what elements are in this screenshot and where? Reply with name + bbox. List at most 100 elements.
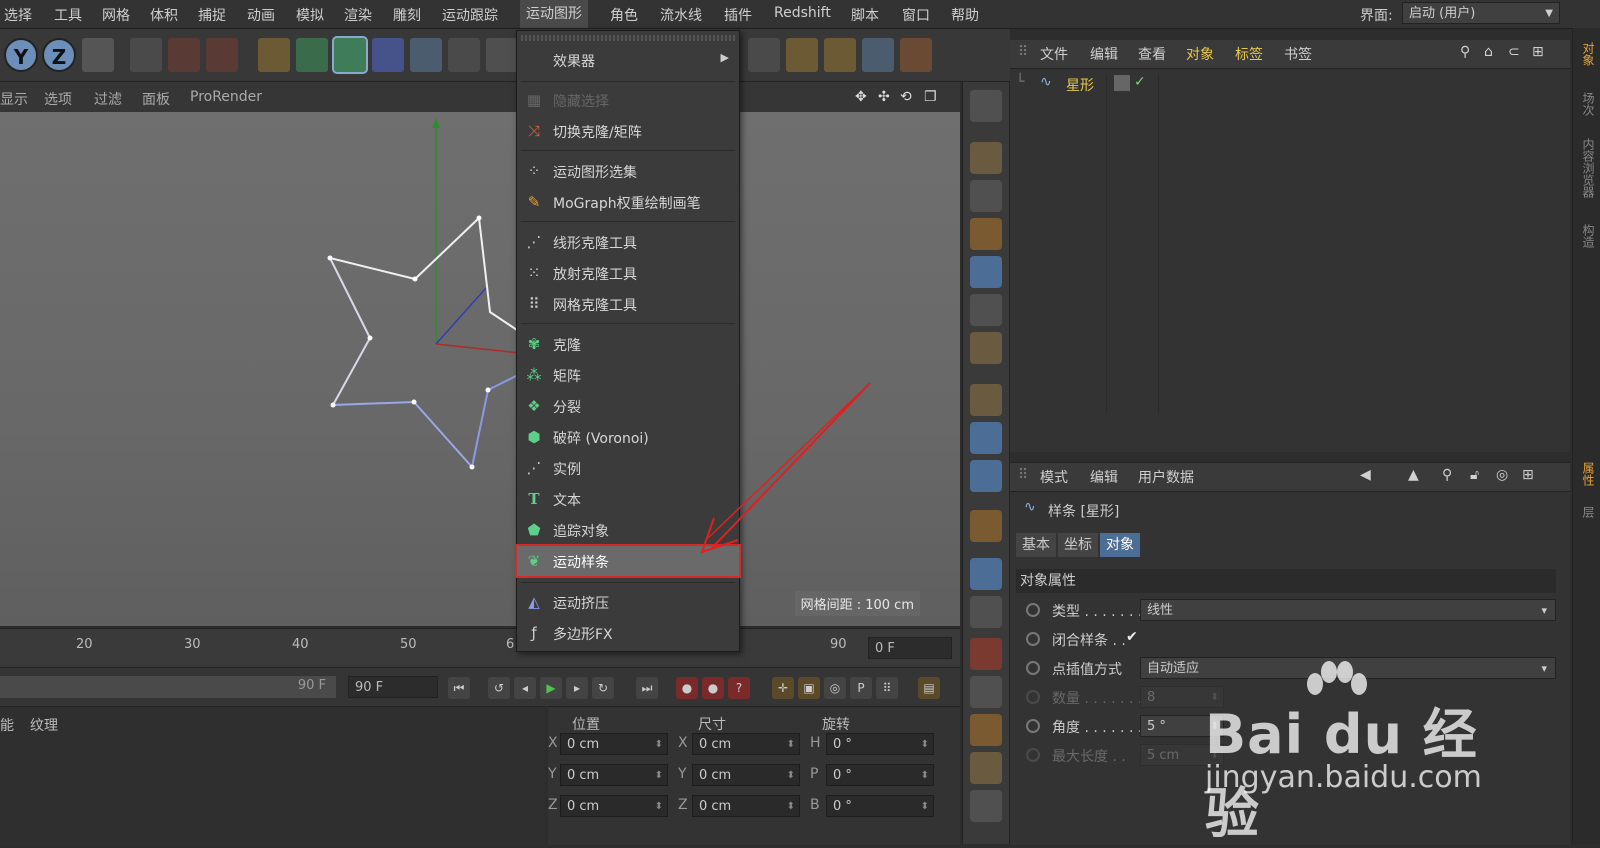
drag-grip-icon[interactable]: ⠿ (1018, 44, 1028, 60)
menu-item-voronoi-fracture[interactable]: ⬢ 破碎 (Voronoi) (517, 422, 739, 452)
menu-item-moextrude[interactable]: ◭ 运动挤压 (517, 587, 739, 617)
camera-icon[interactable] (448, 38, 480, 72)
deformer-icon[interactable] (372, 38, 404, 72)
rotate-icon[interactable] (748, 38, 780, 72)
right-tab-layers[interactable]: 层 (1577, 506, 1597, 518)
grid-snap-icon[interactable] (970, 558, 1002, 590)
menu-tearoff-grip[interactable] (521, 35, 735, 41)
search-icon[interactable]: ⚲ (1442, 467, 1452, 483)
viewport-menu-filter[interactable]: 过滤 (94, 89, 122, 109)
transform-icon[interactable] (900, 38, 932, 72)
pen-tool-icon[interactable] (258, 38, 290, 72)
menu-item-instance[interactable]: ⋰ 实例 (517, 453, 739, 483)
menu-item-linear-clone-tool[interactable]: ⋰ 线形克隆工具 (517, 227, 739, 257)
previous-key-icon[interactable]: ↺ (488, 677, 510, 699)
close-spline-checkbox[interactable]: ✔ (1126, 629, 1138, 645)
spline-point[interactable] (469, 464, 475, 470)
size-x-field[interactable]: 0 cm (692, 733, 800, 756)
type-select[interactable]: 线性 (1140, 599, 1556, 622)
enabled-check-icon[interactable]: ✓ (1134, 74, 1146, 90)
spline-point[interactable] (485, 387, 491, 393)
viewport-maximize-icon[interactable]: ❐ (924, 89, 937, 105)
right-tab-objects[interactable]: 对象 (1577, 42, 1597, 66)
menu-motion-tracking[interactable]: 运动跟踪 (442, 5, 498, 25)
animate-radio[interactable] (1026, 661, 1040, 675)
workplane-lock-icon[interactable] (970, 596, 1002, 628)
attr-menu-edit[interactable]: 编辑 (1090, 467, 1118, 487)
key-position-icon[interactable]: ✛ (772, 677, 794, 699)
tab-object[interactable]: 对象 (1100, 533, 1140, 557)
search-icon[interactable]: ⚲ (1460, 44, 1470, 60)
menu-item-radial-clone-tool[interactable]: ⁙ 放射克隆工具 (517, 258, 739, 288)
menu-character[interactable]: 角色 (610, 5, 638, 25)
menu-item-polyfx[interactable]: ƒ 多边形FX (517, 618, 739, 648)
viewport-menu-display[interactable]: 显示 (0, 89, 28, 109)
render-view-icon[interactable] (130, 38, 162, 72)
forward-arrow-icon[interactable]: ▲ (1408, 467, 1419, 483)
layer-icon[interactable] (1114, 75, 1130, 91)
spline-point[interactable] (476, 215, 482, 221)
frame-range-slider[interactable]: 90 F (0, 676, 336, 698)
attr-menu-user-data[interactable]: 用户数据 (1138, 467, 1194, 487)
tab-coordinates[interactable]: 坐标 (1058, 533, 1098, 557)
link-icon[interactable]: ⊂ (1508, 44, 1520, 60)
interface-select[interactable]: 启动 (用户) ▼ (1402, 2, 1560, 24)
next-key-icon[interactable]: ↻ (592, 677, 614, 699)
pos-x-field[interactable]: 0 cm (560, 733, 668, 756)
menu-volume[interactable]: 体积 (150, 5, 178, 25)
right-tab-content-browser[interactable]: 内容浏览器 (1577, 138, 1597, 198)
menu-mograph[interactable]: 运动图形 (520, 0, 588, 28)
settings-gear-icon[interactable] (970, 790, 1002, 822)
timeline-window-icon[interactable]: ▤ (918, 677, 940, 699)
lock-icon[interactable]: 🔓︎ (1470, 467, 1479, 483)
y-axis-lock-button[interactable]: Y (4, 38, 38, 72)
material-menu-function[interactable]: 能 (0, 715, 14, 735)
animate-radio[interactable] (1026, 603, 1040, 617)
home-icon[interactable]: ⌂ (1484, 44, 1493, 60)
size-z-field[interactable]: 0 cm (692, 795, 800, 818)
3d-viewport[interactable]: 网格间距 : 100 cm (0, 112, 960, 626)
menu-redshift[interactable]: Redshift (774, 5, 831, 21)
cloner-icon[interactable] (332, 36, 368, 74)
play-icon[interactable]: ▶ (540, 677, 562, 699)
key-point-icon[interactable]: ⠿ (876, 677, 898, 699)
floor-icon[interactable] (410, 38, 442, 72)
obj-menu-edit[interactable]: 编辑 (1090, 44, 1118, 64)
drag-grip-icon[interactable]: ⠿ (1018, 467, 1028, 483)
key-rotation-icon[interactable]: ◎ (824, 677, 846, 699)
animate-radio[interactable] (1026, 719, 1040, 733)
timeline-ruler[interactable]: 20 30 40 50 6 90 0 F (0, 628, 960, 667)
light-icon[interactable] (486, 38, 518, 72)
z-axis-lock-button[interactable]: Z (42, 38, 76, 72)
obj-menu-view[interactable]: 查看 (1138, 44, 1166, 64)
menu-select[interactable]: 选择 (4, 5, 32, 25)
menu-snap[interactable]: 捕捉 (198, 5, 226, 25)
scale-icon[interactable] (786, 38, 818, 72)
viewport-menu-options[interactable]: 选项 (44, 89, 72, 109)
menu-animate[interactable]: 动画 (247, 5, 275, 25)
go-to-end-icon[interactable]: ⏭ (636, 677, 658, 699)
new-panel-icon[interactable]: ⊞ (1522, 467, 1534, 483)
menu-item-grid-clone-tool[interactable]: ⠿ 网格克隆工具 (517, 289, 739, 319)
pos-y-field[interactable]: 0 cm (560, 764, 668, 787)
rot-b-field[interactable]: 0 ° (826, 795, 934, 818)
object-name[interactable]: 星形 (1066, 75, 1094, 95)
menu-pipeline[interactable]: 流水线 (660, 5, 702, 25)
viewport-menu-prorender[interactable]: ProRender (190, 89, 262, 105)
object-row[interactable]: └ ∿ 星形 ✓ (1016, 74, 1556, 414)
python-icon[interactable] (970, 752, 1002, 784)
spline-point[interactable] (327, 255, 333, 261)
menu-item-matrix[interactable]: ⁂ 矩阵 (517, 360, 739, 390)
pos-z-field[interactable]: 0 cm (560, 795, 668, 818)
model-mode-icon[interactable] (970, 142, 1002, 174)
obj-menu-tags[interactable]: 标签 (1235, 44, 1263, 64)
magnet-icon[interactable] (970, 510, 1002, 542)
menu-item-cloner[interactable]: ✾ 克隆 (517, 329, 739, 359)
move-icon[interactable] (824, 38, 856, 72)
right-tab-structure[interactable]: 构造 (1577, 224, 1597, 248)
subdivision-icon[interactable] (296, 38, 328, 72)
live-selection-icon[interactable] (862, 38, 894, 72)
tab-basic[interactable]: 基本 (1016, 533, 1056, 557)
viewport-pan-icon[interactable]: ✣ (878, 89, 890, 105)
key-scale-icon[interactable]: ▣ (798, 677, 820, 699)
